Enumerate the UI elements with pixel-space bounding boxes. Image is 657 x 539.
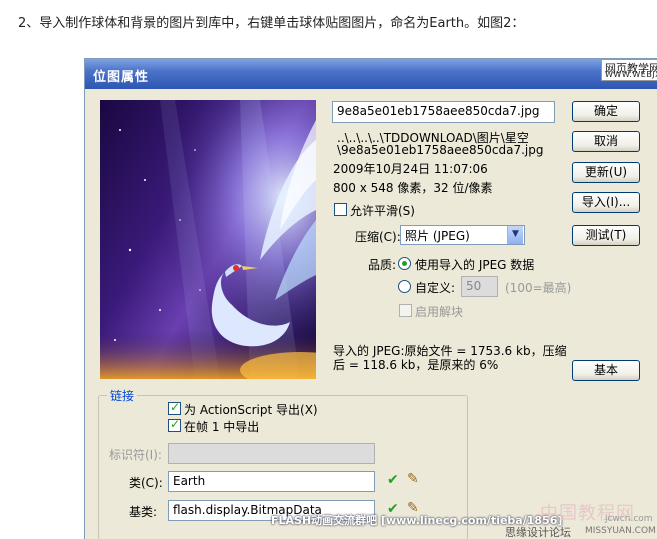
use-imported-jpeg-radio[interactable]	[398, 257, 411, 270]
bitmap-preview-image	[100, 100, 316, 379]
use-imported-jpeg-label[interactable]: 使用导入的 JPEG 数据	[415, 256, 534, 273]
export-first-frame-label[interactable]: 在帧 1 中导出	[184, 418, 259, 435]
export-actionscript-label[interactable]: 为 ActionScript 导出(X)	[184, 401, 318, 418]
compression-value: 照片 (JPEG)	[405, 229, 470, 243]
custom-quality-input[interactable]: 50	[461, 276, 498, 297]
cancel-button[interactable]: 取消	[572, 131, 640, 152]
class-valid-check-icon: ✔	[387, 472, 399, 488]
custom-quality-hint: (100=最高)	[505, 281, 572, 295]
watermark-top-url: WWW.WEBJX.COM	[605, 70, 657, 79]
file-date: 2009年10月24日 11:07:06	[333, 162, 488, 176]
base-class-label: 基类:	[129, 505, 158, 519]
class-label: 类(C):	[129, 476, 163, 490]
test-button[interactable]: 测试(T)	[572, 225, 640, 246]
title-bar[interactable]	[85, 59, 657, 89]
identifier-input[interactable]	[168, 443, 375, 464]
crane-illustration	[100, 100, 316, 379]
filename-field[interactable]: 9e8a5e01eb1758aee850cda7.jpg	[332, 101, 555, 123]
import-button[interactable]: 导入(I)...	[572, 192, 640, 213]
class-edit-pencil-icon[interactable]: ✎	[407, 471, 419, 487]
quality-label: 品质:	[368, 258, 397, 272]
watermark-corner-small2: MISSYUAN.COM	[585, 526, 656, 536]
bitmap-properties-dialog: 位图属性 网页教学网 WWW.WEBJX.COM	[84, 58, 657, 539]
image-dimensions: 800 x 548 像素，32 位/像素	[333, 181, 493, 195]
custom-quality-radio[interactable]	[398, 280, 411, 293]
deblocking-checkbox[interactable]	[399, 304, 412, 317]
export-actionscript-checkbox[interactable]	[168, 400, 181, 415]
update-button[interactable]: 更新(U)	[572, 162, 640, 183]
compression-label: 压缩(C):	[355, 230, 401, 244]
ok-button[interactable]: 确定	[572, 101, 640, 122]
watermark-corner-small3: jcwcn.com	[605, 514, 653, 524]
smoothing-checkbox[interactable]	[334, 203, 347, 216]
watermark-corner-small1: 思缘设计论坛	[505, 526, 571, 539]
basic-button[interactable]: 基本	[572, 360, 640, 381]
identifier-label: 标识符(I):	[109, 448, 162, 462]
chevron-down-icon[interactable]: ▼	[507, 226, 523, 244]
custom-quality-label[interactable]: 自定义:	[415, 279, 455, 296]
linkage-group-title: 链接	[107, 387, 138, 404]
jpeg-info-line2: 后 = 118.6 kb，是原来的 6%	[333, 358, 499, 372]
smoothing-label[interactable]: 允许平滑(S)	[350, 202, 415, 219]
deblocking-label: 启用解块	[415, 305, 464, 319]
instruction-text: 2、导入制作球体和背景的图片到库中，右键单击球体贴图图片，命名为Earth。如图…	[18, 16, 525, 31]
export-first-frame-checkbox[interactable]	[168, 417, 181, 432]
file-path-line2: \9e8a5e01eb1758aee850cda7.jpg	[337, 143, 544, 157]
class-input[interactable]: Earth	[168, 471, 375, 492]
dialog-title: 位图属性	[93, 70, 150, 85]
